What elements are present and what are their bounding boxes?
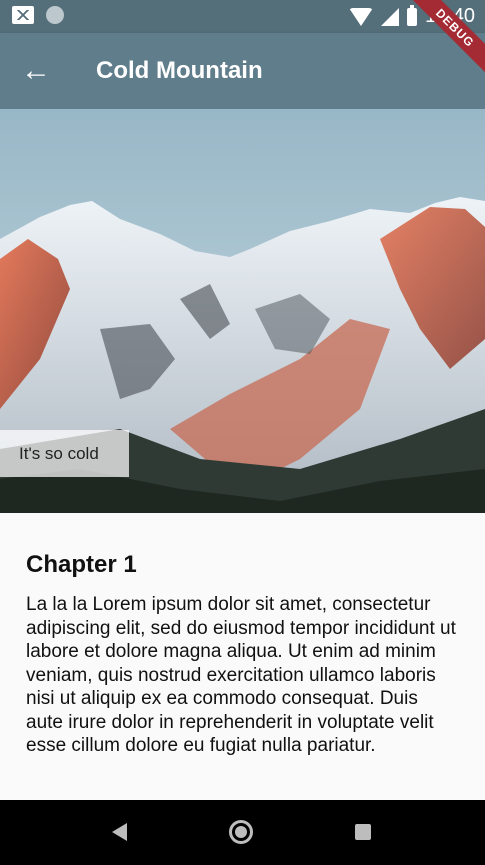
status-left-icons xyxy=(12,6,64,24)
battery-icon xyxy=(406,4,417,26)
page-title: Cold Mountain xyxy=(96,57,263,84)
chapter-body: La la la Lorem ipsum dolor sit amet, con… xyxy=(26,594,456,756)
navigation-bar xyxy=(0,800,485,865)
content-section: Chapter 1 La la la Lorem ipsum dolor sit… xyxy=(0,513,485,800)
arrow-back-icon: ← xyxy=(21,54,51,87)
signal-icon xyxy=(380,7,399,26)
wifi-icon xyxy=(348,7,373,26)
status-bar: 12:40 xyxy=(0,0,485,33)
gmail-icon xyxy=(12,6,34,24)
nav-back-icon[interactable] xyxy=(112,823,127,841)
circle-icon xyxy=(46,6,64,24)
app-bar: ← Cold Mountain xyxy=(0,33,485,109)
back-button[interactable]: ← xyxy=(14,49,58,93)
nav-home-icon[interactable] xyxy=(229,820,253,844)
image-caption: It's so cold xyxy=(0,430,129,477)
chapter-title: Chapter 1 xyxy=(26,551,137,578)
nav-recent-icon[interactable] xyxy=(355,824,371,840)
